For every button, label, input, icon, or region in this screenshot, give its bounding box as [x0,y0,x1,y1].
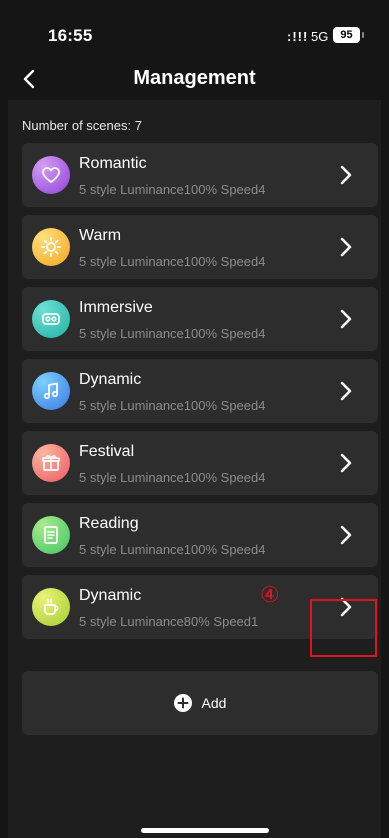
scene-name: Dynamic [79,371,142,388]
chevron-right-icon [340,453,352,473]
scene-description: 5 style Luminance80% Speed1 [79,614,259,629]
scene-name: Romantic [79,155,147,172]
step-marker: ④ [260,583,280,608]
network-type: 5G [311,29,329,44]
scene-description: 5 style Luminance100% Speed4 [79,326,266,341]
scene-icon-badge [32,516,70,554]
scene-name: Dynamic [79,587,142,604]
scene-description: 5 style Luminance100% Speed4 [79,182,266,197]
nav-bar: Management [0,60,389,100]
scene-name: Immersive [79,299,153,316]
chevron-right-icon [340,309,352,329]
music-note-icon [43,382,59,400]
plus-circle-icon [173,694,192,712]
scene-icon-badge [32,228,70,266]
scene-card[interactable]: Warm 5 style Luminance100% Speed4 [22,215,378,279]
signal-icon: :!!! [287,29,309,44]
book-icon [44,526,58,544]
scene-card[interactable]: Reading 5 style Luminance100% Speed4 [22,503,378,567]
page-title: Management [133,67,256,89]
gift-icon [42,455,60,471]
scene-detail-button[interactable] [314,503,378,567]
chevron-right-icon [340,237,352,257]
scene-count-label: Number of scenes: 7 [22,118,142,133]
scene-icon-badge [32,300,70,338]
scene-management-panel: Number of scenes: 7 Romantic 5 style Lumi… [8,100,381,838]
status-bar: 16:55 :!!! 5G 95 [0,0,389,60]
add-label: Add [201,695,227,711]
chevron-right-icon [340,381,352,401]
scene-name: Reading [79,515,139,532]
sun-icon [41,237,61,257]
heart-icon [42,167,60,183]
scene-icon-badge [32,444,70,482]
chevron-right-icon [340,165,352,185]
scene-detail-button[interactable] [314,431,378,495]
scene-icon-badge [32,588,70,626]
home-indicator [141,828,269,833]
status-time: 16:55 [48,26,93,45]
highlight-box [310,599,377,657]
scene-detail-button[interactable] [314,143,378,207]
scene-icon-badge [32,372,70,410]
scene-detail-button[interactable] [314,215,378,279]
scene-name: Warm [79,227,122,244]
scene-detail-button[interactable] [314,359,378,423]
scene-description: 5 style Luminance100% Speed4 [79,542,266,557]
scene-card[interactable]: Festival 5 style Luminance100% Speed4 [22,431,378,495]
scene-icon-badge [32,156,70,194]
scene-description: 5 style Luminance100% Speed4 [79,398,266,413]
add-scene-button[interactable]: Add [22,671,378,735]
scene-card[interactable]: Romantic 5 style Luminance100% Speed4 [22,143,378,207]
scene-description: 5 style Luminance100% Speed4 [79,254,266,269]
battery-icon: 95 [333,27,360,43]
vr-goggles-icon [42,313,60,325]
scene-description: 5 style Luminance100% Speed4 [79,470,266,485]
chevron-right-icon [340,525,352,545]
scene-detail-button[interactable] [314,287,378,351]
scene-card[interactable]: Immersive 5 style Luminance100% Speed4 [22,287,378,351]
scene-name: Festival [79,443,135,460]
coffee-cup-icon [44,598,59,615]
battery-tip [362,32,364,38]
scene-card[interactable]: Dynamic 5 style Luminance100% Speed4 [22,359,378,423]
